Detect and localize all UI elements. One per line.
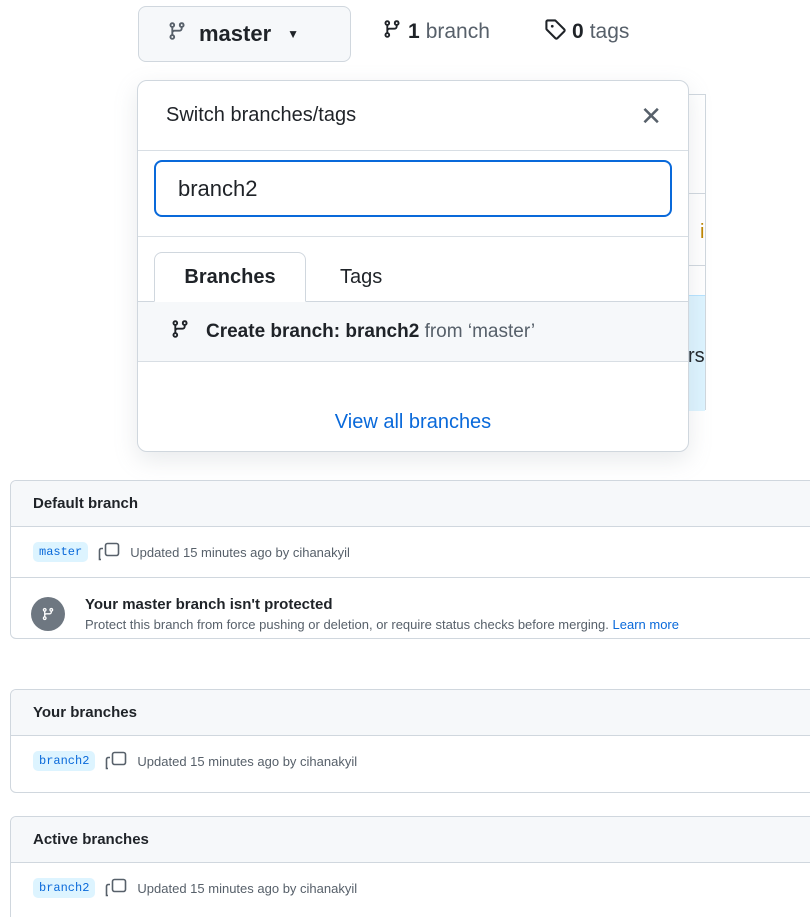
branch-tag-tabs: Branches Tags <box>138 237 688 302</box>
caret-down-icon: ▼ <box>287 27 300 41</box>
popup-header: Switch branches/tags ✕ <box>138 81 688 151</box>
branches-count-link[interactable]: 1 branch <box>382 18 490 46</box>
notice-desc-text: Protect this branch from force pushing o… <box>85 616 609 632</box>
branches-page: master ▼ 1 branch 0 tags i rs Switch bra… <box>0 0 810 917</box>
create-branch-text: Create branch: branch2 from ‘master’ <box>206 321 535 343</box>
text-fragment: i <box>700 221 705 243</box>
section-header: Your branches <box>11 690 810 736</box>
background-file-list-fragment: i rs <box>686 94 706 411</box>
create-branch-source: from ‘master’ <box>424 320 536 342</box>
learn-more-link[interactable]: Learn more <box>613 617 679 632</box>
notice-body: Your master branch isn't protected Prote… <box>85 596 679 632</box>
protection-notice: Your master branch isn't protected Prote… <box>11 577 810 638</box>
tag-word: tags <box>589 20 630 43</box>
branch-filter-input[interactable] <box>154 160 672 217</box>
tag-count: 0 <box>572 20 584 43</box>
section-header: Active branches <box>11 817 810 863</box>
section-header: Default branch <box>11 481 810 527</box>
branch-row: master Updated 15 minutes ago by cihanak… <box>11 527 810 577</box>
text-fragment: rs <box>688 345 705 367</box>
branch-row: branch2 Updated 15 minutes ago by cihana… <box>11 863 810 913</box>
active-branches-section: Active branches branch2 Updated 15 minut… <box>10 816 810 917</box>
updated-text: Updated 15 minutes ago by cihanakyil <box>137 880 358 896</box>
popup-title: Switch branches/tags <box>166 104 357 126</box>
branch-selector-button[interactable]: master ▼ <box>138 6 351 62</box>
git-branch-icon <box>382 18 402 46</box>
updated-text: Updated 15 minutes ago by cihanakyil <box>130 544 350 560</box>
git-branch-icon <box>170 318 190 346</box>
notice-description: Protect this branch from force pushing o… <box>85 617 679 632</box>
switch-branches-popup: Switch branches/tags ✕ Branches Tags Cre… <box>137 80 689 452</box>
tags-count-link[interactable]: 0 tags <box>544 18 629 46</box>
tag-icon <box>544 18 566 46</box>
branch-selector-label: master <box>199 21 272 46</box>
branch-name-link[interactable]: branch2 <box>33 751 96 771</box>
close-icon[interactable]: ✕ <box>640 103 662 129</box>
create-branch-item[interactable]: Create branch: branch2 from ‘master’ <box>138 302 688 362</box>
default-branch-section: Default branch master Updated 15 minutes… <box>10 480 810 639</box>
git-branch-icon <box>31 596 65 631</box>
branch-name-link[interactable]: branch2 <box>33 878 96 898</box>
branch-name-link[interactable]: master <box>33 542 89 562</box>
create-branch-name: Create branch: branch2 <box>206 320 420 342</box>
notice-title: Your master branch isn't protected <box>85 595 333 613</box>
tab-branches[interactable]: Branches <box>154 252 306 302</box>
updated-text: Updated 15 minutes ago by cihanakyil <box>137 753 358 769</box>
copy-icon[interactable] <box>105 878 127 898</box>
your-branches-section: Your branches branch2 Updated 15 minutes… <box>10 689 810 793</box>
tab-tags[interactable]: Tags <box>310 252 412 302</box>
branch-row: branch2 Updated 15 minutes ago by cihana… <box>11 736 810 786</box>
branch-word: branch <box>425 20 490 43</box>
copy-icon[interactable] <box>105 751 127 771</box>
branch-count: 1 <box>408 20 420 43</box>
copy-icon[interactable] <box>98 542 120 562</box>
view-all-branches-link[interactable]: View all branches <box>138 411 688 434</box>
filter-wrapper <box>138 151 688 237</box>
git-branch-icon <box>167 20 187 48</box>
